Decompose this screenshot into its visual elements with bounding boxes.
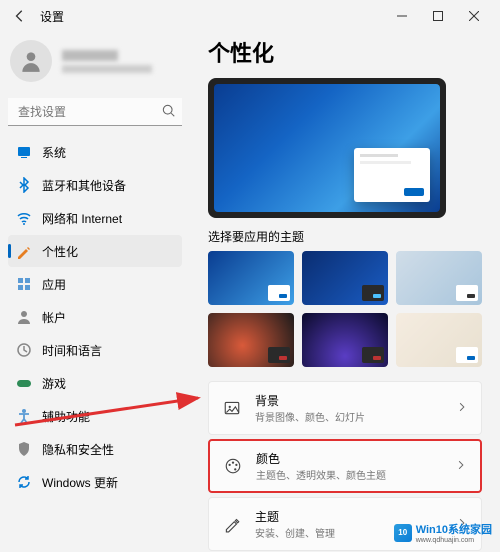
page-title: 个性化 (208, 36, 482, 68)
theme-tile[interactable] (302, 251, 388, 305)
maximize-icon (433, 11, 443, 21)
close-icon (469, 11, 479, 21)
nav-item-accounts[interactable]: 帐户 (8, 301, 182, 333)
profile-text (62, 50, 152, 73)
personalize-icon (16, 243, 32, 259)
chevron-right-icon (456, 457, 466, 475)
back-button[interactable] (8, 4, 32, 28)
profile-email-redacted (62, 65, 152, 73)
search-input[interactable] (8, 98, 182, 126)
nav-label: 帐户 (42, 309, 66, 326)
setting-title: 背景 (255, 392, 443, 409)
chevron-right-icon (457, 399, 467, 417)
nav-label: 蓝牙和其他设备 (42, 177, 126, 194)
theme-select-label: 选择要应用的主题 (208, 228, 482, 245)
preview-window (354, 148, 430, 202)
nav-item-accessibility[interactable]: 辅助功能 (8, 400, 182, 432)
accessibility-icon (16, 408, 32, 424)
theme-tile[interactable] (396, 313, 482, 367)
network-icon (16, 210, 32, 226)
nav-item-personalize[interactable]: 个性化 (8, 235, 182, 267)
setting-desc: 背景图像、颜色、幻灯片 (255, 409, 443, 424)
brush-icon (223, 515, 241, 533)
nav-list: 系统蓝牙和其他设备网络和 Internet 个性化应用帐户时间和语言游戏辅助功能隐… (8, 136, 182, 498)
arrow-left-icon (13, 9, 27, 23)
nav-label: 个性化 (42, 243, 78, 260)
minimize-button[interactable] (384, 2, 420, 30)
theme-tile[interactable] (208, 251, 294, 305)
minimize-icon (397, 11, 407, 21)
nav-item-time[interactable]: 时间和语言 (8, 334, 182, 366)
search-container (8, 98, 182, 126)
nav-item-network[interactable]: 网络和 Internet (8, 202, 182, 234)
nav-item-system[interactable]: 系统 (8, 136, 182, 168)
nav-item-gaming[interactable]: 游戏 (8, 367, 182, 399)
nav-item-update[interactable]: Windows 更新 (8, 466, 182, 498)
watermark-url: www.qdhuajin.com (416, 537, 492, 544)
avatar (10, 40, 52, 82)
apps-icon (16, 276, 32, 292)
update-icon (16, 474, 32, 490)
profile-name-redacted (62, 50, 118, 61)
nav-label: 网络和 Internet (42, 210, 122, 227)
nav-label: 隐私和安全性 (42, 441, 114, 458)
time-icon (16, 342, 32, 358)
system-icon (16, 144, 32, 160)
bluetooth-icon (16, 177, 32, 193)
nav-label: 应用 (42, 276, 66, 293)
image-icon (223, 399, 241, 417)
privacy-icon (16, 441, 32, 457)
nav-item-apps[interactable]: 应用 (8, 268, 182, 300)
nav-label: Windows 更新 (42, 474, 118, 491)
person-icon (18, 48, 44, 74)
palette-icon (224, 457, 242, 475)
sidebar: 系统蓝牙和其他设备网络和 Internet 个性化应用帐户时间和语言游戏辅助功能隐… (0, 32, 190, 552)
watermark: 10 Win10系统家园 www.qdhuajin.com (394, 521, 492, 544)
setting-title: 颜色 (256, 450, 442, 467)
theme-grid (208, 251, 482, 367)
nav-label: 系统 (42, 144, 66, 161)
search-icon (162, 104, 176, 118)
nav-item-bluetooth[interactable]: 蓝牙和其他设备 (8, 169, 182, 201)
nav-label: 辅助功能 (42, 408, 90, 425)
setting-desc: 主题色、透明效果、颜色主题 (256, 467, 442, 482)
close-button[interactable] (456, 2, 492, 30)
theme-tile[interactable] (208, 313, 294, 367)
theme-tile[interactable] (302, 313, 388, 367)
maximize-button[interactable] (420, 2, 456, 30)
accounts-icon (16, 309, 32, 325)
setting-image[interactable]: 背景 背景图像、颜色、幻灯片 (208, 381, 482, 435)
theme-tile[interactable] (396, 251, 482, 305)
nav-item-privacy[interactable]: 隐私和安全性 (8, 433, 182, 465)
titlebar: 设置 (0, 0, 500, 32)
nav-label: 时间和语言 (42, 342, 102, 359)
desktop-preview (208, 78, 446, 218)
nav-label: 游戏 (42, 375, 66, 392)
setting-palette[interactable]: 颜色 主题色、透明效果、颜色主题 (208, 439, 482, 493)
user-profile[interactable] (8, 36, 182, 94)
main-content: 个性化 选择要应用的主题 背景 背景图像、颜色、幻灯片 (190, 32, 500, 552)
watermark-logo: 10 (394, 524, 412, 542)
gaming-icon (16, 375, 32, 391)
watermark-text: Win10系统家园 (416, 524, 492, 536)
window-title: 设置 (40, 8, 64, 25)
